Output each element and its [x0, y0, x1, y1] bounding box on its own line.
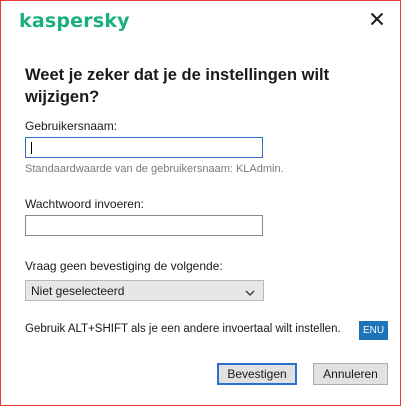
confirm-button[interactable]: Bevestigen	[217, 363, 297, 385]
input-language-note: Gebruik ALT+SHIFT als je een andere invo…	[25, 323, 341, 335]
confirm-option-label: Vraag geen bevestiging de volgende:	[25, 259, 223, 273]
chevron-down-icon	[245, 286, 255, 300]
close-icon	[370, 12, 384, 31]
text-caret	[31, 142, 32, 154]
settings-confirm-dialog: kaspersky Weet je zeker dat je de instel…	[0, 0, 401, 406]
close-button[interactable]	[366, 10, 388, 32]
password-label: Wachtwoord invoeren:	[25, 197, 144, 211]
confirm-option-select[interactable]: Niet geselecteerd	[25, 280, 264, 301]
username-hint: Standaardwaarde van de gebruikersnaam: K…	[25, 163, 284, 175]
confirm-option-selected: Niet geselecteerd	[31, 283, 125, 298]
cancel-button[interactable]: Annuleren	[313, 363, 388, 385]
dialog-title: Weet je zeker dat je de instellingen wil…	[25, 66, 330, 106]
username-label: Gebruikersnaam:	[25, 119, 118, 133]
password-input[interactable]	[25, 215, 263, 236]
kaspersky-logo: kaspersky	[19, 10, 130, 32]
input-language-badge: ENU	[359, 321, 388, 340]
username-input[interactable]	[25, 137, 263, 158]
